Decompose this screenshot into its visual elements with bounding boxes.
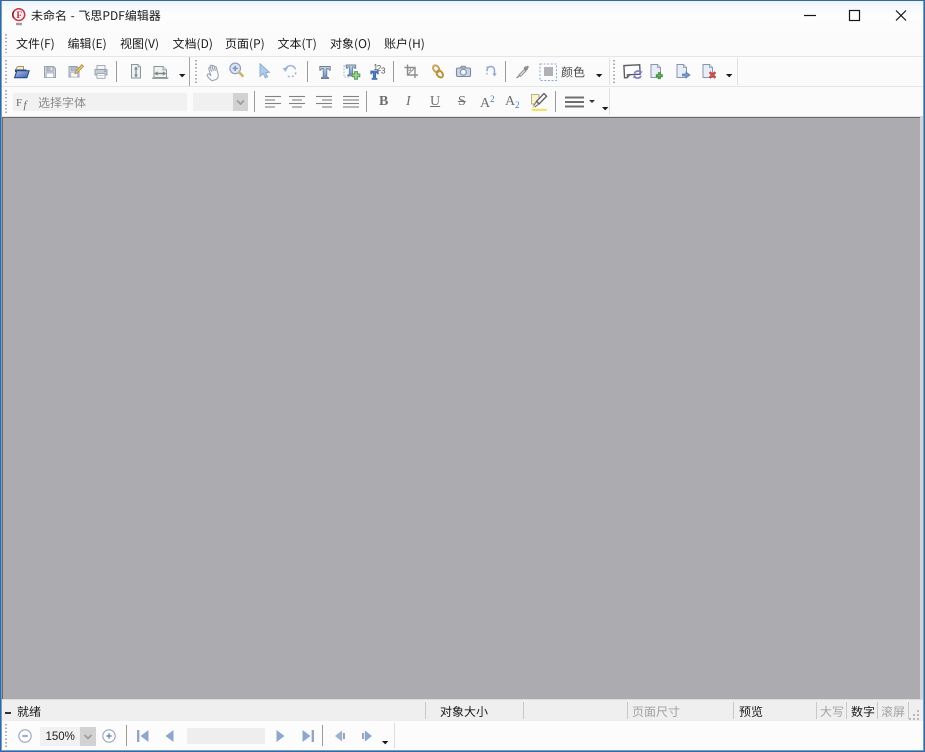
- svg-text:3: 3: [381, 67, 386, 76]
- svg-text:f: f: [24, 99, 29, 111]
- svg-text:F: F: [16, 11, 22, 21]
- svg-text:F: F: [16, 97, 22, 109]
